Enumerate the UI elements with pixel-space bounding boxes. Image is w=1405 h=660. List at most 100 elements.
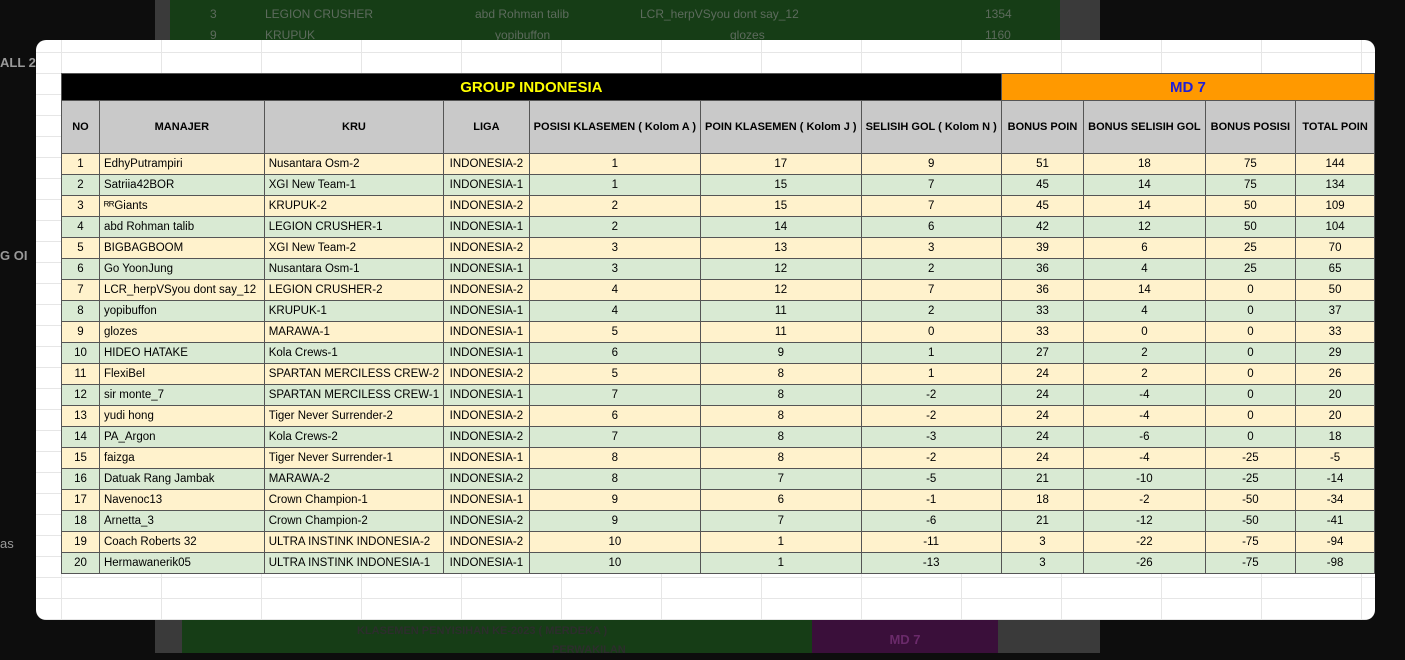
- table-cell: 65: [1295, 258, 1375, 280]
- table-cell: 15: [61, 447, 100, 469]
- table-cell: -25: [1204, 468, 1297, 490]
- table-cell: -4: [1083, 384, 1206, 406]
- table-cell: 9: [61, 321, 100, 343]
- table-cell: -26: [1083, 552, 1206, 574]
- table-cell: 25: [1204, 258, 1297, 280]
- table-cell: 11: [700, 321, 862, 343]
- column-header: TOTAL POIN: [1295, 100, 1375, 154]
- bg-cell: 1354: [985, 7, 1012, 21]
- table-row: 3 ᴿᴿGiants KRUPUK-2 INDONESIA-2 2 15 7 45 14 50 10…: [61, 195, 1375, 217]
- table-cell: 4: [61, 216, 100, 238]
- table-cell: 20: [61, 552, 100, 574]
- table-cell: SPARTAN MERCILESS CREW-1: [263, 384, 445, 406]
- table-cell: BIGBAGBOOM: [98, 237, 265, 259]
- table-cell: 8: [700, 426, 862, 448]
- table-cell: 1: [700, 552, 862, 574]
- table-cell: 50: [1295, 279, 1375, 301]
- table-cell: Go YoonJung: [98, 258, 265, 280]
- table-cell: -41: [1295, 510, 1375, 532]
- table-cell: -13: [860, 552, 1002, 574]
- table-cell: -11: [860, 531, 1002, 553]
- table-cell: INDONESIA-1: [443, 174, 530, 196]
- table-cell: 8: [528, 447, 702, 469]
- table-cell: 1: [860, 363, 1002, 385]
- background-top-rows: 3 LEGION CRUSHER abd Rohman talib LCR_he…: [170, 0, 1060, 45]
- table-cell: -6: [1083, 426, 1206, 448]
- table-cell: 8: [700, 405, 862, 427]
- table-body: 1 EdhyPutrampiri Nusantara Osm-2 INDONESIA-…: [61, 153, 1375, 574]
- table-cell: -4: [1083, 447, 1206, 469]
- table-cell: faizga: [98, 447, 265, 469]
- table-cell: 2: [1083, 363, 1206, 385]
- bg-cell: LCR_herpVSyou dont say_12: [640, 7, 799, 21]
- table-cell: INDONESIA-1: [443, 300, 530, 322]
- table-cell: Tiger Never Surrender-2: [263, 405, 445, 427]
- table-cell: 18: [1000, 489, 1085, 511]
- table-cell: INDONESIA-1: [443, 384, 530, 406]
- table-cell: 21: [1000, 510, 1085, 532]
- table-row: 11 FlexiBel SPARTAN MERCILESS CREW-2 INDONE…: [61, 363, 1375, 385]
- table-cell: 42: [1000, 216, 1085, 238]
- table-cell: 6: [1083, 237, 1206, 259]
- table-cell: 6: [61, 258, 100, 280]
- table-cell: 2: [1083, 342, 1206, 364]
- table-cell: 19: [61, 531, 100, 553]
- table-cell: 27: [1000, 342, 1085, 364]
- table-cell: 3: [1000, 552, 1085, 574]
- table-cell: XGI New Team-2: [263, 237, 445, 259]
- table-cell: 4: [528, 300, 702, 322]
- table-cell: 1: [528, 174, 702, 196]
- table-cell: 7: [860, 174, 1002, 196]
- table-cell: 7: [860, 195, 1002, 217]
- table-row: 6 Go YoonJung Nusantara Osm-1 INDONESIA-1 3 1…: [61, 258, 1375, 280]
- table-cell: Datuak Rang Jambak: [98, 468, 265, 490]
- table-cell: 18: [1295, 426, 1375, 448]
- table-cell: 39: [1000, 237, 1085, 259]
- table-cell: 16: [61, 468, 100, 490]
- table-cell: Satriia42BOR: [98, 174, 265, 196]
- table-cell: MARAWA-1: [263, 321, 445, 343]
- table-cell: -4: [1083, 405, 1206, 427]
- table-row: 1 EdhyPutrampiri Nusantara Osm-2 INDONESIA-…: [61, 153, 1375, 175]
- table-cell: INDONESIA-1: [443, 489, 530, 511]
- table-cell: 17: [61, 489, 100, 511]
- table-cell: 9: [700, 342, 862, 364]
- background-bottom-header: KLASEMEN PENYISIHAN KE-2023 ( MERDEKA ) …: [182, 620, 812, 656]
- column-header: SELISIH GOL ( Kolom N ): [860, 100, 1002, 154]
- table-cell: 8: [700, 447, 862, 469]
- table-cell: 0: [1204, 384, 1297, 406]
- table-cell: 13: [700, 237, 862, 259]
- standings-table: GROUP INDONESIA MD 7 NO MANAJER KRU LIGA POS…: [61, 73, 1375, 574]
- table-cell: INDONESIA-2: [443, 363, 530, 385]
- table-cell: 8: [61, 300, 100, 322]
- table-cell: 45: [1000, 195, 1085, 217]
- table-cell: INDONESIA-1: [443, 552, 530, 574]
- table-row: 2 Satriia42BOR XGI New Team-1 INDONESIA-1 1 1…: [61, 174, 1375, 196]
- table-cell: 7: [860, 279, 1002, 301]
- table-row: 9 glozes MARAWA-1 INDONESIA-1 5 11 0 33 0 0 33: [61, 321, 1375, 343]
- table-cell: LEGION CRUSHER-1: [263, 216, 445, 238]
- table-row: 7 LCR_herpVSyou dont say_12 LEGION CRUSHER…: [61, 279, 1375, 301]
- table-cell: 50: [1204, 216, 1297, 238]
- table-row: 4 abd Rohman talib LEGION CRUSHER-1 INDONES…: [61, 216, 1375, 238]
- table-cell: 0: [1204, 342, 1297, 364]
- table-cell: sir monte_7: [98, 384, 265, 406]
- image-preview-modal: GROUP INDONESIA MD 7 NO MANAJER KRU LIGA POS…: [36, 40, 1375, 620]
- table-cell: abd Rohman talib: [98, 216, 265, 238]
- table-cell: 6: [860, 216, 1002, 238]
- table-cell: Hermawanerik05: [98, 552, 265, 574]
- table-cell: 3: [860, 237, 1002, 259]
- table-cell: 24: [1000, 384, 1085, 406]
- table-row: 19 Coach Roberts 32 ULTRA INSTINK INDONESI…: [61, 531, 1375, 553]
- table-cell: 2: [61, 174, 100, 196]
- table-cell: 5: [528, 321, 702, 343]
- background-md-label: MD 7: [812, 620, 998, 653]
- table-cell: -5: [1295, 447, 1375, 469]
- table-cell: 0: [1204, 405, 1297, 427]
- bg-left-label: as: [0, 536, 14, 551]
- table-cell: 6: [528, 342, 702, 364]
- table-cell: 6: [700, 489, 862, 511]
- table-cell: INDONESIA-2: [443, 510, 530, 532]
- table-cell: 1: [61, 153, 100, 175]
- table-cell: 5: [61, 237, 100, 259]
